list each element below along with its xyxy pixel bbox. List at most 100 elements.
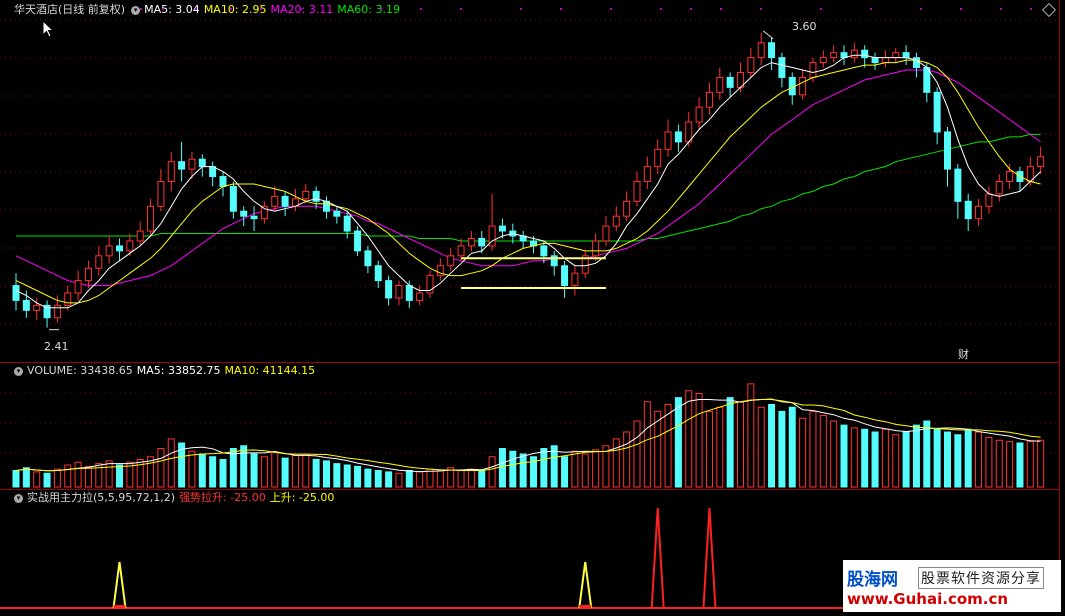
- volume-bar: [385, 471, 393, 488]
- volume-bar: [240, 445, 248, 488]
- volume-bar: [53, 468, 61, 488]
- low-label: 2.41: [44, 340, 69, 353]
- volume-bar: [685, 390, 693, 488]
- volume-bar: [923, 420, 931, 488]
- candle-body: [157, 181, 165, 207]
- finance-marker[interactable]: 财: [958, 346, 969, 362]
- event-dot: [760, 8, 762, 10]
- candle-body: [757, 42, 765, 59]
- candle-body: [12, 285, 20, 301]
- volume-bar: [74, 461, 82, 488]
- volume-bar: [674, 397, 682, 488]
- volume-bar: [43, 472, 51, 488]
- candle-body: [799, 76, 807, 96]
- volume-bar: [705, 410, 713, 488]
- volume-bar: [1037, 439, 1045, 488]
- volume-bar: [64, 464, 72, 488]
- candle-body: [167, 161, 175, 183]
- candle-body: [819, 57, 827, 64]
- volume-bar: [954, 434, 962, 488]
- candle-body: [116, 245, 123, 252]
- candle-body: [1006, 171, 1014, 183]
- volume-bar: [623, 431, 631, 488]
- volume-bar: [260, 456, 268, 488]
- price-chart[interactable]: [0, 0, 1060, 361]
- volume-bar: [726, 397, 734, 488]
- volume-bar: [519, 453, 527, 488]
- indicator-spike: [578, 561, 593, 609]
- watermark-url: www.Guhai.com.cn: [847, 590, 1009, 608]
- volume-bar: [436, 470, 444, 488]
- candle-body: [995, 181, 1003, 195]
- volume-bar: [395, 472, 403, 488]
- price-panel[interactable]: 华天酒店(日线 前复权) ▾ MA5: 3.04 MA10: 2.95 MA20: 3.…: [0, 0, 1060, 361]
- volume-bar: [209, 456, 217, 488]
- indicator-spike-base: [579, 605, 592, 608]
- candle-body: [188, 158, 196, 170]
- volume-panel[interactable]: ▾ VOLUME: 33438.65 MA5: 33852.75 MA10: 4114…: [0, 363, 1060, 489]
- event-dot: [460, 8, 462, 10]
- candle-body: [467, 237, 475, 247]
- volume-bar: [281, 457, 289, 488]
- candle-body: [405, 285, 413, 301]
- ma60-line: [16, 133, 1041, 242]
- volume-chart[interactable]: [0, 363, 1060, 489]
- candle-body: [498, 225, 506, 232]
- volume-bar: [643, 401, 651, 488]
- volume-bar: [364, 468, 372, 488]
- candle-body: [809, 62, 817, 78]
- volume-bar: [198, 453, 206, 488]
- volume-bar: [716, 406, 724, 488]
- event-dot: [140, 8, 142, 10]
- candle-body: [416, 292, 424, 301]
- candle-body: [881, 57, 889, 64]
- candle-body: [726, 76, 734, 88]
- candle-body: [354, 230, 362, 252]
- volume-bar: [592, 449, 600, 488]
- candle-body: [633, 181, 641, 202]
- volume-bar: [1016, 442, 1024, 488]
- candle-body: [53, 304, 61, 319]
- indicator-spike: [650, 507, 665, 609]
- high-label: 3.60: [792, 20, 817, 33]
- event-dot: [1000, 8, 1002, 10]
- volume-bar: [995, 439, 1003, 488]
- volume-bar: [343, 464, 351, 488]
- volume-bar: [540, 448, 548, 488]
- candle-body: [654, 148, 662, 168]
- watermark: 股海网 股票软件资源分享 www.Guhai.com.cn: [843, 560, 1061, 612]
- volume-bar: [964, 428, 972, 488]
- candle-body: [540, 245, 548, 257]
- volume-bar: [333, 463, 341, 488]
- volume-bar: [561, 456, 569, 488]
- candle-body: [281, 195, 289, 207]
- volume-bar: [819, 415, 827, 488]
- candle-body: [333, 210, 341, 217]
- candle-body: [892, 52, 900, 59]
- volume-bar: [33, 471, 41, 488]
- candle-body: [84, 267, 92, 282]
- candle-body: [374, 265, 382, 282]
- volume-bar: [374, 470, 382, 488]
- volume-bar: [633, 420, 641, 488]
- volume-bar: [488, 456, 496, 488]
- candle-body: [561, 265, 569, 287]
- candle-body: [768, 42, 776, 59]
- candle-body: [105, 245, 113, 257]
- volume-bar: [571, 450, 579, 488]
- candle-body: [147, 205, 155, 232]
- volume-bar: [1026, 441, 1034, 488]
- volume-bar: [840, 424, 848, 488]
- candle-body: [64, 292, 72, 306]
- candle-body: [1037, 156, 1045, 168]
- watermark-logo: 股海网: [847, 570, 898, 590]
- candle-body: [716, 76, 724, 93]
- volume-bar: [1006, 441, 1014, 488]
- candle-body: [364, 250, 372, 267]
- candle-body: [229, 185, 237, 212]
- candle-body: [674, 131, 682, 143]
- volume-bar: [302, 453, 310, 488]
- event-dot: [870, 8, 872, 10]
- candle-body: [385, 280, 393, 299]
- candle-body: [975, 205, 983, 220]
